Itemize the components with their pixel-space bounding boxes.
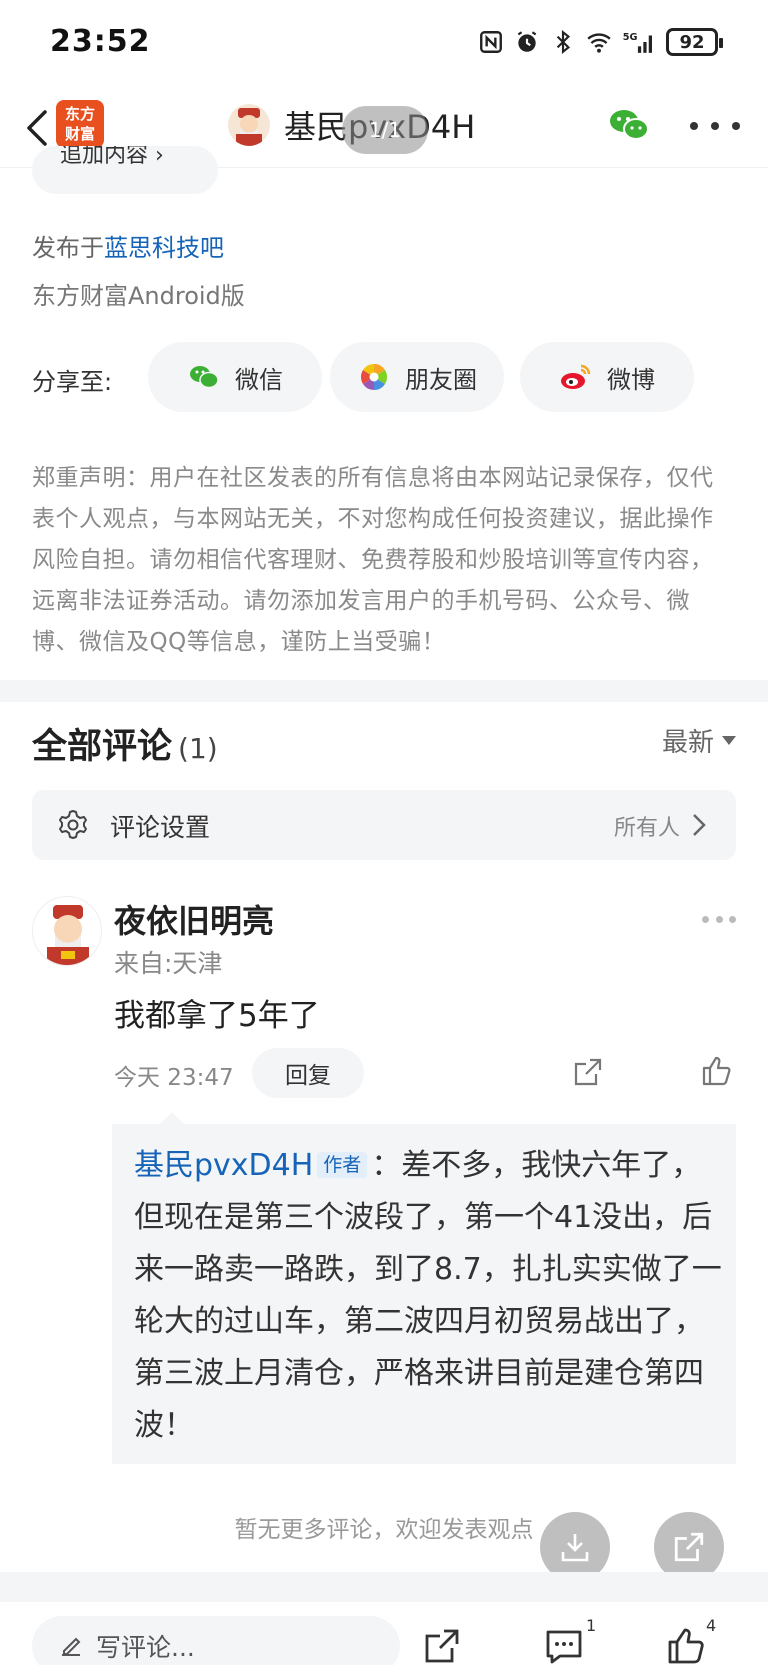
comment-count-badge: 1 — [586, 1616, 597, 1635]
status-icons: 5G 92 — [478, 28, 723, 56]
bottom-action-bar: 写评论... 1 4 — [0, 1602, 768, 1665]
fortune-god-avatar-icon — [47, 905, 89, 965]
wechat-icon — [190, 366, 219, 389]
no-more-comments: 暂无更多评论，欢迎发表观点 — [234, 1517, 534, 1543]
append-content-pill[interactable]: 追加内容 › — [32, 146, 218, 194]
alarm-icon — [517, 31, 537, 52]
section-divider — [0, 680, 768, 702]
more-options-button[interactable] — [690, 108, 740, 144]
commenter-name[interactable]: 夜依旧明亮 — [114, 896, 274, 942]
download-icon — [561, 1534, 589, 1562]
like-icon[interactable] — [700, 1054, 734, 1088]
chevron-right-icon — [693, 814, 706, 836]
comments-header: 全部评论 (1) 最新 — [32, 718, 736, 768]
share-icon[interactable] — [572, 1056, 604, 1088]
author-avatar[interactable] — [228, 104, 270, 146]
wifi-icon — [587, 33, 611, 53]
client-source: 东方财富Android版 — [32, 282, 245, 310]
bluetooth-icon — [556, 29, 571, 55]
published-in: 发布于蓝思科技吧 — [32, 234, 224, 262]
share-moments-button[interactable]: 朋友圈 — [330, 342, 504, 412]
comment-icon[interactable] — [544, 1626, 584, 1665]
fortune-god-avatar-icon — [236, 108, 262, 146]
comment-settings-label: 评论设置 — [110, 813, 211, 842]
comment-settings-value: 所有人 — [613, 816, 680, 841]
forum-link[interactable]: 蓝思科技吧 — [104, 234, 224, 262]
commenter-avatar[interactable] — [32, 896, 102, 966]
commenter-location: 来自:天津 — [114, 949, 223, 978]
share-icon — [674, 1532, 704, 1562]
author-reply-box: 基民pvxD4H 作者 ：差不多，我快六年了，但现在是第三个波段了，第一个41没出，… — [112, 1112, 736, 1464]
weibo-icon — [561, 364, 591, 389]
page-indicator: 1/1 — [342, 106, 428, 154]
reply-author-name[interactable]: 基民pvxD4H — [134, 1148, 313, 1183]
comment-settings-row[interactable]: 评论设置 所有人 — [32, 790, 736, 860]
comment-text: 我都拿了5年了 — [114, 998, 320, 1034]
share-weibo-button[interactable]: 微博 — [520, 342, 694, 412]
like-icon[interactable] — [666, 1626, 706, 1665]
author-badge: 作者 — [317, 1152, 368, 1178]
pencil-icon — [62, 1637, 81, 1656]
svg-text:5G: 5G — [623, 32, 638, 43]
comment-more-button[interactable] — [702, 912, 736, 926]
nfc-icon — [480, 31, 502, 53]
comment-time: 今天 23:47 — [114, 1065, 234, 1091]
forward-icon[interactable] — [422, 1626, 462, 1665]
legal-disclaimer: 郑重声明：用户在社区发表的所有信息将由本网站记录保存，仅代表个人观点，与本网站无… — [32, 465, 714, 655]
status-bar: 23:52 5G 92 — [0, 0, 768, 88]
battery-indicator: 92 — [666, 28, 723, 56]
wechat-share-icon[interactable] — [606, 102, 652, 148]
sort-dropdown[interactable]: 最新 — [662, 722, 736, 759]
write-comment-input[interactable]: 写评论... — [32, 1616, 400, 1665]
reply-text: ：差不多，我快六年了，但现在是第三个波段了，第一个41没出，后来一路卖一路跌，到… — [134, 1148, 722, 1443]
share-wechat-button[interactable]: 微信 — [148, 342, 322, 412]
share-label: 分享至: — [32, 368, 113, 396]
bottom-divider — [0, 1572, 768, 1602]
comments-count: (1) — [178, 732, 218, 765]
gear-icon — [59, 810, 87, 839]
comments-title: 全部评论 — [32, 727, 173, 767]
status-time: 23:52 — [50, 24, 151, 59]
eastmoney-logo[interactable]: 东方 财富 — [56, 100, 104, 148]
signal-5g-icon: 5G — [623, 32, 652, 53]
share-row: 分享至: 微信 朋友圈 微博 — [32, 342, 736, 414]
like-count-badge: 4 — [706, 1616, 717, 1635]
author-reply: 基民pvxD4H 作者 ：差不多，我快六年了，但现在是第三个波段了，第一个41没出，… — [134, 1140, 724, 1452]
dropdown-arrow-icon — [722, 736, 736, 745]
reply-button[interactable]: 回复 — [252, 1048, 364, 1098]
moments-icon — [360, 363, 388, 391]
back-arrow-icon — [27, 110, 47, 146]
